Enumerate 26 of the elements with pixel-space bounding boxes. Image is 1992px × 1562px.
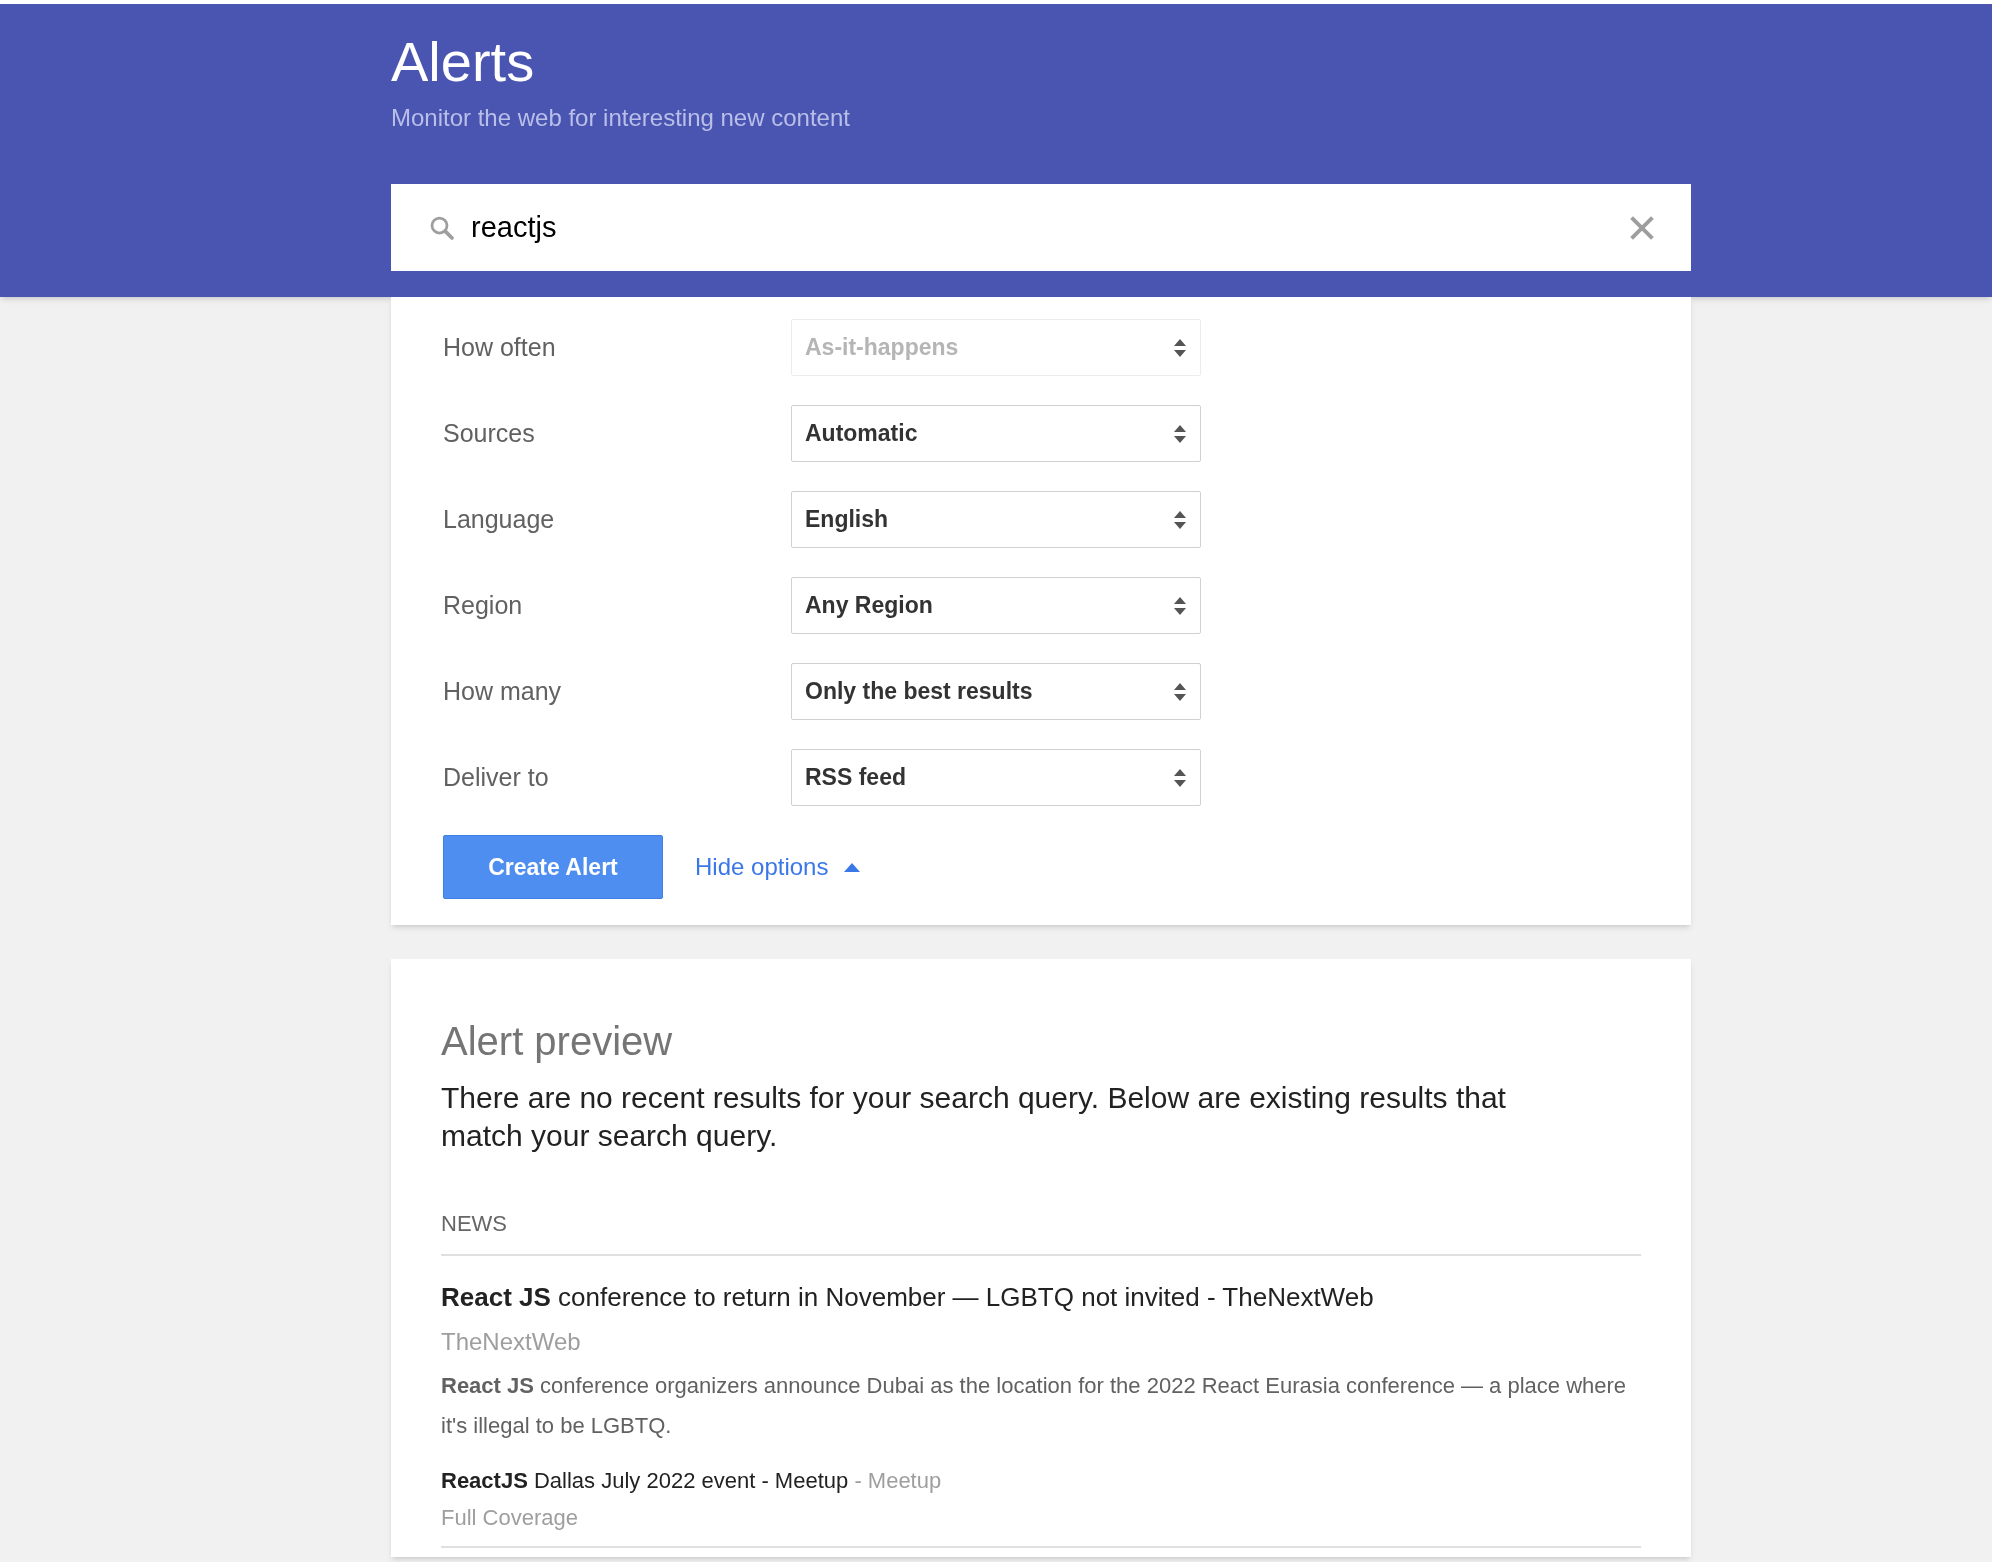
section-heading: NEWS xyxy=(441,1207,1641,1256)
option-label: How often xyxy=(443,331,557,363)
option-label: Deliver to xyxy=(443,761,550,793)
option-label: Region xyxy=(443,589,524,621)
preview-message: There are no recent results for your search query. Below are existing results that match your search query. xyxy=(441,1080,1507,1154)
article-snippet: React JS conference organizers announce Dubai as the location for the 2022 React Eurasia conference — a place where it's illegal to be LGBTQ. xyxy=(441,1372,1628,1440)
article-title-link[interactable]: React JS conference to return in November — LGBTQ not invited - TheNextWeb xyxy=(441,1280,1374,1314)
option-label: How many xyxy=(443,675,563,707)
page-title: Alerts xyxy=(391,29,536,95)
caret-up-icon xyxy=(844,862,861,872)
hide-options-link[interactable]: Hide options xyxy=(695,849,861,885)
page-subtitle: Monitor the web for interesting new content xyxy=(391,103,851,133)
option-label: Language xyxy=(443,503,556,535)
option-select[interactable]: Only the best results xyxy=(791,663,1201,720)
option-select[interactable]: Any Region xyxy=(791,577,1201,634)
related-article-link[interactable]: ReactJS Dallas July 2022 event - Meetup xyxy=(441,1468,849,1493)
preview-title: Alert preview xyxy=(441,1018,674,1065)
option-select[interactable]: English xyxy=(791,491,1201,548)
search-field[interactable]: reactjs xyxy=(391,184,1691,271)
option-select[interactable]: RSS feed xyxy=(791,749,1201,806)
article-source: TheNextWeb xyxy=(441,1327,581,1357)
option-select[interactable]: Automatic xyxy=(791,405,1201,462)
search-input[interactable]: reactjs xyxy=(471,205,1629,250)
option-label: Sources xyxy=(443,417,536,449)
close-icon[interactable] xyxy=(1629,214,1655,241)
article-source: - Meetup xyxy=(854,1468,942,1493)
